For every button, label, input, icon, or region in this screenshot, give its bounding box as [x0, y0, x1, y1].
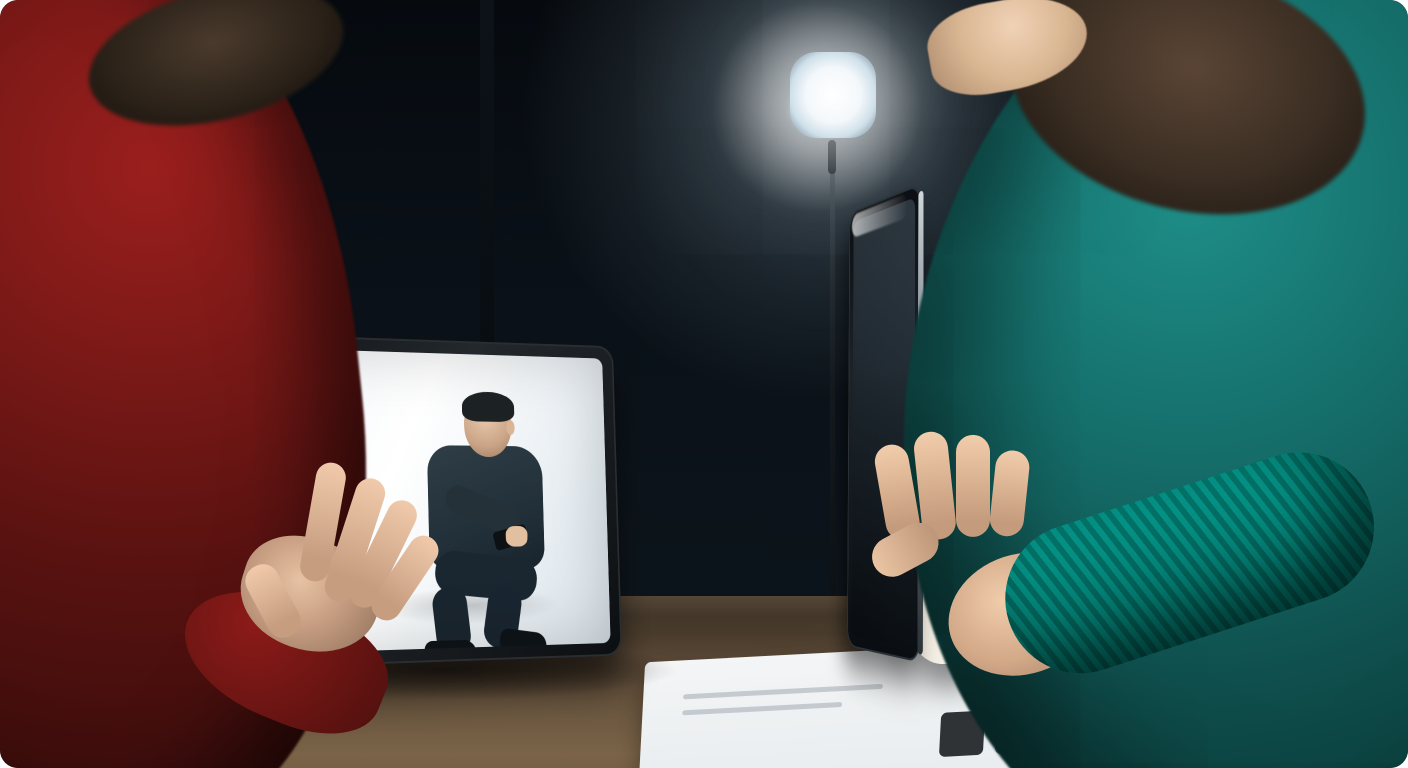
scene-photo: [0, 0, 1408, 768]
hand-left: [200, 470, 430, 660]
hand-right: [852, 423, 1063, 607]
lamp-icon: [790, 52, 876, 138]
lamp-neck: [828, 140, 836, 174]
window-mullion: [480, 0, 494, 360]
